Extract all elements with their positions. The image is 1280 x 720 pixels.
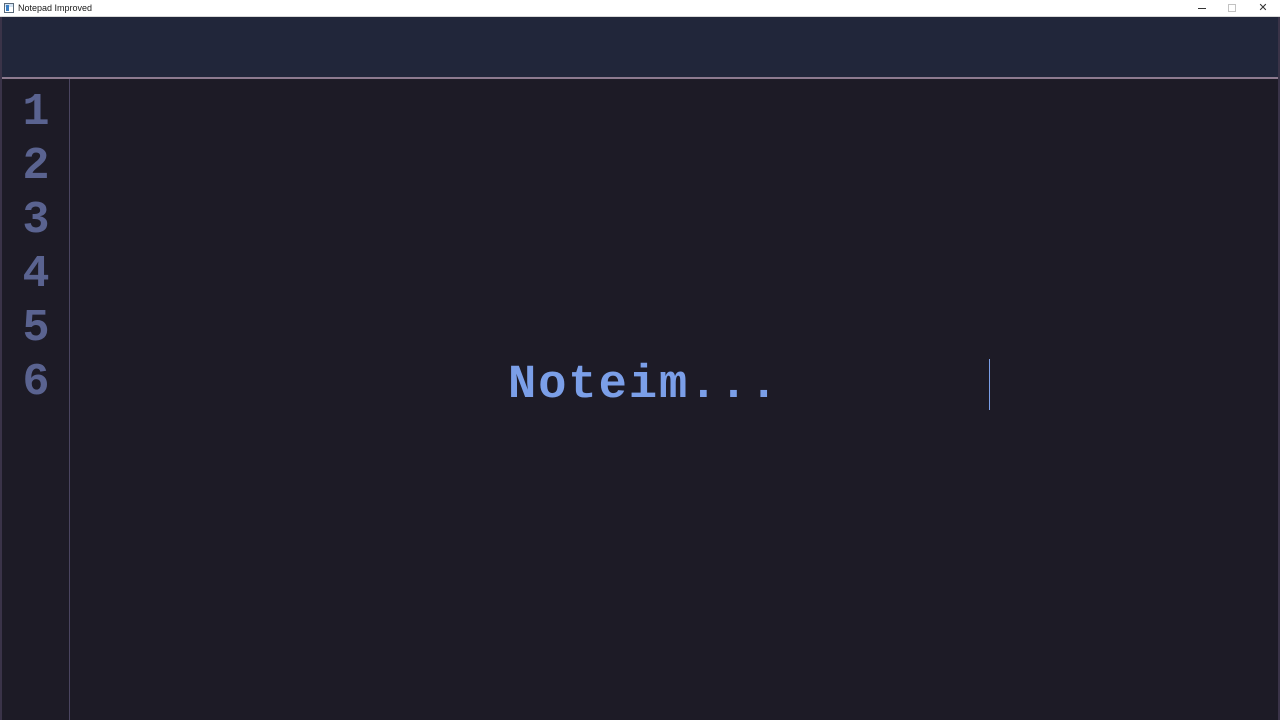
maximize-button[interactable] — [1217, 0, 1247, 16]
close-icon: ✕ — [1258, 1, 1268, 14]
line-number: 5 — [22, 303, 50, 354]
text-cursor — [989, 359, 990, 410]
editor-text-line-6[interactable]: Noteim... — [508, 359, 780, 413]
minimize-icon — [1198, 7, 1206, 9]
line-number: 4 — [22, 249, 50, 300]
toolbar-area — [2, 17, 1278, 77]
app-window: Notepad Improved ✕ 1 2 3 4 5 6 Noteim... — [0, 0, 1280, 720]
line-number: 6 — [22, 357, 50, 408]
editor-content[interactable]: Noteim... — [71, 79, 1278, 720]
line-number: 3 — [22, 195, 50, 246]
text-editor[interactable]: 1 2 3 4 5 6 Noteim... — [2, 79, 1278, 720]
maximize-icon — [1228, 4, 1236, 12]
minimize-button[interactable] — [1187, 0, 1217, 16]
line-number: 1 — [22, 87, 50, 138]
title-bar[interactable]: Notepad Improved ✕ — [0, 0, 1280, 17]
notepad-app-icon[interactable] — [4, 3, 14, 13]
window-title: Notepad Improved — [18, 3, 93, 13]
close-button[interactable]: ✕ — [1248, 0, 1278, 16]
line-number-gutter: 1 2 3 4 5 6 — [2, 79, 70, 720]
line-number: 2 — [22, 141, 50, 192]
